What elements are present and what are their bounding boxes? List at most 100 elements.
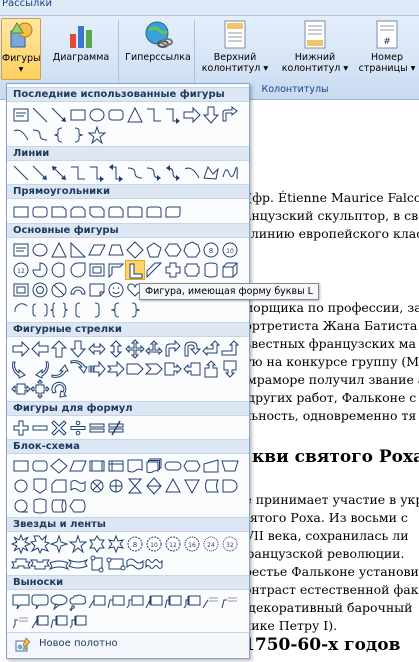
bevel-shape[interactable] xyxy=(11,280,31,300)
u-turn-arrow-shape[interactable] xyxy=(182,339,202,359)
freeform-shape[interactable] xyxy=(201,163,221,183)
left-arrow-callout-shape[interactable] xyxy=(182,359,202,379)
flowchart-multidocument-shape[interactable] xyxy=(144,456,164,476)
rounded-rectangle-shape[interactable] xyxy=(30,202,50,222)
flowchart-manual-input-shape[interactable] xyxy=(201,456,221,476)
flowchart-delay-shape[interactable] xyxy=(220,476,240,496)
not-equal-shape[interactable] xyxy=(106,418,126,438)
7-point-star-shape[interactable] xyxy=(106,534,126,554)
multiply-shape[interactable] xyxy=(49,418,69,438)
chart-button[interactable]: Диаграмма xyxy=(46,18,116,82)
line-callout-3-shape[interactable] xyxy=(125,592,145,612)
rounded-rectangle-shape[interactable] xyxy=(106,105,126,125)
pentagon-arrow-shape[interactable] xyxy=(125,359,145,379)
snip-single-corner-rectangle-shape[interactable] xyxy=(49,202,69,222)
flowchart-off-page-connector-shape[interactable] xyxy=(30,476,50,496)
arrow-shape[interactable] xyxy=(49,105,69,125)
flowchart-direct-access-storage-shape[interactable] xyxy=(49,496,69,516)
cloud-callout-shape[interactable] xyxy=(68,592,88,612)
star-shape[interactable] xyxy=(87,125,107,145)
curved-up-ribbon-shape[interactable] xyxy=(49,554,69,574)
triangle-shape[interactable] xyxy=(49,240,69,260)
flowchart-terminator-shape[interactable] xyxy=(163,456,183,476)
shapes-button[interactable]: Фигуры ▾ xyxy=(1,18,41,80)
left-arrow-shape[interactable] xyxy=(30,339,50,359)
flowchart-punched-tape-shape[interactable] xyxy=(68,476,88,496)
right-bracket-shape[interactable] xyxy=(87,300,107,320)
chord-shape[interactable] xyxy=(49,260,69,280)
down-arrow-shape[interactable] xyxy=(201,105,221,125)
page-number-button[interactable]: # Номер страницы ▾ xyxy=(356,18,418,82)
elbow-connector-shape[interactable] xyxy=(144,105,164,125)
flowchart-manual-operation-shape[interactable] xyxy=(220,456,240,476)
elbow-arrow-connector-shape[interactable] xyxy=(87,163,107,183)
right-brace-shape[interactable] xyxy=(68,125,88,145)
scribble-shape[interactable] xyxy=(220,163,240,183)
frame-shape[interactable] xyxy=(87,260,107,280)
curved-down-arrow-shape[interactable] xyxy=(68,359,88,379)
left-brace-shape[interactable] xyxy=(49,125,69,145)
line-callout-2-shape[interactable] xyxy=(106,592,126,612)
flowchart-display-shape[interactable] xyxy=(68,496,88,516)
line-callout-border-accent-3-shape[interactable] xyxy=(68,612,88,632)
32-point-star-shape[interactable]: 32 xyxy=(220,534,240,554)
down-arrow-shape[interactable] xyxy=(68,339,88,359)
right-brace-shape[interactable] xyxy=(125,300,145,320)
curved-connector-shape[interactable] xyxy=(125,163,145,183)
line-callout-1-shape[interactable] xyxy=(87,592,107,612)
line-shape[interactable] xyxy=(30,105,50,125)
notched-right-arrow-shape[interactable] xyxy=(106,359,126,379)
rectangular-callout-shape[interactable] xyxy=(11,592,31,612)
cross-shape[interactable] xyxy=(163,260,183,280)
oval-shape[interactable] xyxy=(30,240,50,260)
flowchart-data-shape[interactable] xyxy=(68,456,88,476)
right-triangle-shape[interactable] xyxy=(68,240,88,260)
decagon-shape[interactable]: 10 xyxy=(220,240,240,260)
cube-shape[interactable] xyxy=(220,260,240,280)
division-shape[interactable] xyxy=(68,418,88,438)
right-arrow-shape[interactable] xyxy=(11,339,31,359)
flowchart-sequential-access-storage-shape[interactable] xyxy=(11,496,31,516)
pie-shape[interactable] xyxy=(30,260,50,280)
left-brace-shape[interactable] xyxy=(106,300,126,320)
double-bracket-shape[interactable] xyxy=(30,300,50,320)
minus-shape[interactable] xyxy=(30,418,50,438)
right-arrow-shape[interactable] xyxy=(182,105,202,125)
pentagon-shape[interactable] xyxy=(144,240,164,260)
text-box-shape[interactable] xyxy=(11,240,31,260)
teardrop-shape[interactable] xyxy=(68,260,88,280)
donut-shape[interactable] xyxy=(30,280,50,300)
block-arc-shape[interactable] xyxy=(68,280,88,300)
chevron-shape[interactable] xyxy=(144,359,164,379)
left-right-arrow-shape[interactable] xyxy=(87,339,107,359)
double-arrow-line-shape[interactable] xyxy=(49,163,69,183)
curved-up-arrow-shape[interactable] xyxy=(49,359,69,379)
footer-button[interactable]: Нижний колонтитул ▾ xyxy=(276,18,354,82)
left-up-arrow-shape[interactable] xyxy=(201,339,221,359)
curve-connector-shape[interactable] xyxy=(30,125,50,145)
24-point-star-shape[interactable]: 24 xyxy=(201,534,221,554)
8-point-star-shape[interactable]: 8 xyxy=(125,534,145,554)
bent-up-arrow-shape[interactable] xyxy=(220,105,240,125)
flowchart-alternate-process-shape[interactable] xyxy=(30,456,50,476)
explosion-2-shape[interactable] xyxy=(30,534,50,554)
elbow-connector-shape[interactable] xyxy=(68,163,88,183)
can-shape[interactable] xyxy=(201,260,221,280)
elbow-double-arrow-connector-shape[interactable] xyxy=(106,163,126,183)
flowchart-sort-shape[interactable] xyxy=(144,476,164,496)
line-callout-accent-bar-2-shape[interactable] xyxy=(163,592,183,612)
flowchart-magnetic-disk-shape[interactable] xyxy=(30,496,50,516)
down-arrow-callout-shape[interactable] xyxy=(220,359,240,379)
curved-down-ribbon-shape[interactable] xyxy=(68,554,88,574)
circular-arrow-shape[interactable] xyxy=(49,379,69,399)
oval-shape[interactable] xyxy=(87,105,107,125)
parallelogram-shape[interactable] xyxy=(87,240,107,260)
dodecagon-shape[interactable]: 12 xyxy=(11,260,31,280)
half-frame-shape[interactable] xyxy=(106,260,126,280)
bent-up-arrow-shape[interactable] xyxy=(220,339,240,359)
striped-right-arrow-shape[interactable] xyxy=(87,359,107,379)
up-ribbon-shape[interactable] xyxy=(11,554,31,574)
up-arrow-shape[interactable] xyxy=(49,339,69,359)
flowchart-predefined-process-shape[interactable] xyxy=(87,456,107,476)
line-shape[interactable] xyxy=(11,163,31,183)
